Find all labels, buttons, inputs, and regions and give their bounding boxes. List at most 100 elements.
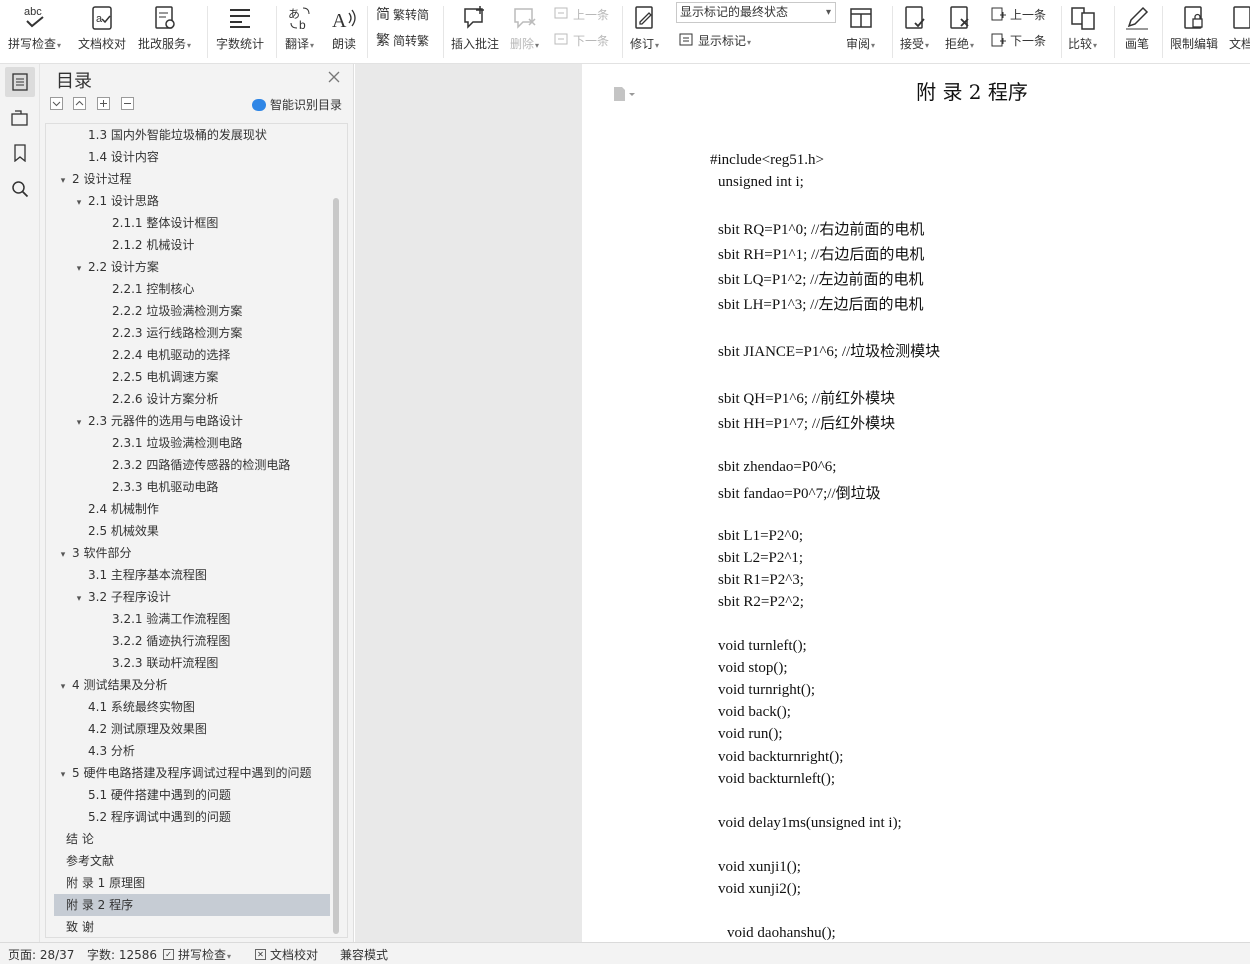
expand-arrow-icon[interactable]: ▾ [74, 192, 84, 212]
toc-item[interactable]: 5.1 硬件搭建中遇到的问题 [54, 784, 330, 806]
toc-item[interactable]: 2.3.1 垃圾验满检测电路 [54, 432, 330, 454]
toc-item[interactable]: 2.2.3 运行线路检测方案 [54, 322, 330, 344]
accept-button[interactable]: 接受 [900, 0, 929, 58]
toc-item[interactable]: 2.2.2 垃圾验满检测方案 [54, 300, 330, 322]
toc-nav-button[interactable] [5, 67, 35, 97]
toc-item-label: 2.3.3 电机驱动电路 [112, 480, 219, 494]
close-icon[interactable] [327, 70, 341, 84]
expand-arrow-icon[interactable]: ▾ [58, 676, 68, 696]
toc-item[interactable]: 2.4 机械制作 [54, 498, 330, 520]
ribbon-divider [276, 6, 277, 58]
expand-level-button[interactable] [97, 97, 110, 110]
ribbon-divider [367, 6, 368, 58]
toc-item[interactable]: ▾ 3.2 子程序设计 [54, 586, 330, 608]
trad-to-simp-button[interactable]: 简 繁转简 [376, 4, 429, 24]
comment-add-icon [462, 3, 488, 33]
toc-item[interactable]: 附 录 2 程序 [54, 894, 330, 916]
code-line: sbit L1=P2^0; [718, 528, 804, 544]
insert-comment-button[interactable]: 插入批注 [451, 0, 499, 58]
batch-service-button[interactable]: 批改服务 [138, 0, 191, 58]
toc-scrollbar[interactable] [333, 198, 339, 934]
read-aloud-button[interactable]: A 朗读 [331, 0, 357, 58]
chapter-nav-button[interactable] [5, 102, 35, 132]
next-change-button[interactable]: 下一条 [991, 30, 1046, 50]
toc-item[interactable]: 2.2.6 设计方案分析 [54, 388, 330, 410]
toc-item[interactable]: ▾ 2.3 元器件的选用与电路设计 [54, 410, 330, 432]
doc-permission-button[interactable]: 文档 [1229, 0, 1250, 58]
word-count-indicator[interactable]: 字数: 12586 [87, 946, 157, 963]
toc-item[interactable]: 2.3.2 四路循迹传感器的检测电路 [54, 454, 330, 476]
toc-item[interactable]: 2.2.5 电机调速方案 [54, 366, 330, 388]
ribbon-divider [1162, 6, 1163, 58]
toc-item[interactable]: ▾ 2.2 设计方案 [54, 256, 330, 278]
next-comment-button[interactable]: 下一条 [554, 30, 609, 50]
spellcheck-button[interactable]: abc 拼写检查 [8, 0, 61, 58]
code-line: void back(); [718, 704, 791, 720]
toc-item[interactable]: 3.2.3 联动杆流程图 [54, 652, 330, 674]
toc-item[interactable]: ▾ 3 软件部分 [54, 542, 330, 564]
reject-button[interactable]: 拒绝 [945, 0, 974, 58]
toc-item[interactable]: 1.4 设计内容 [54, 146, 330, 168]
toc-item[interactable]: 2.2.1 控制核心 [54, 278, 330, 300]
toc-item[interactable]: 附 录 1 原理图 [54, 872, 330, 894]
show-markup-button[interactable]: 显示标记 [679, 30, 751, 50]
toc-item[interactable]: 3.1 主程序基本流程图 [54, 564, 330, 586]
code-line: void stop(); [718, 660, 788, 676]
toc-item[interactable]: 2.1.2 机械设计 [54, 234, 330, 256]
toc-item[interactable]: ▾ 4 测试结果及分析 [54, 674, 330, 696]
smart-toc-button[interactable]: 智能识别目录 [252, 96, 342, 113]
expand-arrow-icon[interactable]: ▾ [74, 412, 84, 432]
toc-item[interactable]: ▾ 5 硬件电路搭建及程序调试过程中遇到的问题 [54, 762, 330, 784]
comment-delete-icon [512, 3, 538, 33]
compare-button[interactable]: 比较 [1068, 0, 1097, 58]
expand-arrow-icon[interactable]: ▾ [58, 170, 68, 190]
chevron-down-icon [52, 101, 61, 107]
markup-display-select[interactable]: 显示标记的最终状态 [676, 2, 836, 23]
toc-item[interactable]: 结 论 [54, 828, 330, 850]
toc-item[interactable]: 参考文献 [54, 850, 330, 872]
simp-to-trad-button[interactable]: 繁 简转繁 [376, 30, 429, 50]
restrict-edit-button[interactable]: 限制编辑 [1170, 0, 1218, 58]
review-ribbon: abc 拼写检查 a 文档校对 批改服务 字数统计 あb [0, 0, 1250, 64]
toc-item-label: 2.2.3 运行线路检测方案 [112, 326, 243, 340]
toc-item[interactable]: ▾ 2.1 设计思路 [54, 190, 330, 212]
code-line: sbit R2=P2^2; [718, 594, 804, 610]
toc-item[interactable]: 5.2 程序调试中遇到的问题 [54, 806, 330, 828]
collapse-level-button[interactable] [121, 97, 134, 110]
toc-item[interactable]: 2.2.4 电机驱动的选择 [54, 344, 330, 366]
page-indicator[interactable]: 页面: 28/37 [8, 946, 74, 963]
expand-arrow-icon[interactable]: ▾ [74, 588, 84, 608]
review-pane-button[interactable]: 审阅 [846, 0, 875, 58]
toc-item[interactable]: 4.3 分析 [54, 740, 330, 762]
track-changes-button[interactable]: 修订 [630, 0, 659, 58]
toc-item[interactable]: ▾ 2 设计过程 [54, 168, 330, 190]
prev-change-button[interactable]: 上一条 [991, 4, 1046, 24]
expand-arrow-icon[interactable]: ▾ [58, 764, 68, 784]
prev-comment-button[interactable]: 上一条 [554, 4, 609, 24]
expand-arrow-icon[interactable]: ▾ [58, 544, 68, 564]
status-doc-proof-button[interactable]: ✕ 文档校对 [255, 946, 318, 963]
word-count-button[interactable]: 字数统计 [216, 0, 264, 58]
toc-item[interactable]: 4.1 系统最终实物图 [54, 696, 330, 718]
doc-proof-button[interactable]: a 文档校对 [78, 0, 126, 58]
toc-item[interactable]: 2.3.3 电机驱动电路 [54, 476, 330, 498]
search-nav-button[interactable] [5, 174, 35, 204]
document-page[interactable]: 附 录 2 程序 #include<reg51.h> unsigned int i… [582, 64, 1250, 942]
pen-button[interactable]: 画笔 [1124, 0, 1150, 58]
status-spellcheck-button[interactable]: ✓ 拼写检查 [163, 946, 231, 963]
toc-item[interactable]: 3.2.1 验满工作流程图 [54, 608, 330, 630]
toc-item[interactable]: 1.3 国内外智能垃圾桶的发展现状 [54, 124, 330, 146]
toc-item[interactable]: 3.2.2 循迹执行流程图 [54, 630, 330, 652]
toc-item-label: 2.3.2 四路循迹传感器的检测电路 [112, 458, 291, 472]
batch-service-icon [152, 3, 178, 33]
delete-comment-button[interactable]: 删除 [510, 0, 539, 58]
expand-all-button[interactable] [50, 97, 63, 110]
toc-item[interactable]: 致 谢 [54, 916, 330, 937]
toc-item[interactable]: 4.2 测试原理及效果图 [54, 718, 330, 740]
translate-button[interactable]: あb 翻译 [285, 0, 314, 58]
bookmark-nav-button[interactable] [5, 138, 35, 168]
collapse-all-button[interactable] [73, 97, 86, 110]
toc-item[interactable]: 2.5 机械效果 [54, 520, 330, 542]
toc-item[interactable]: 2.1.1 整体设计框图 [54, 212, 330, 234]
expand-arrow-icon[interactable]: ▾ [74, 258, 84, 278]
